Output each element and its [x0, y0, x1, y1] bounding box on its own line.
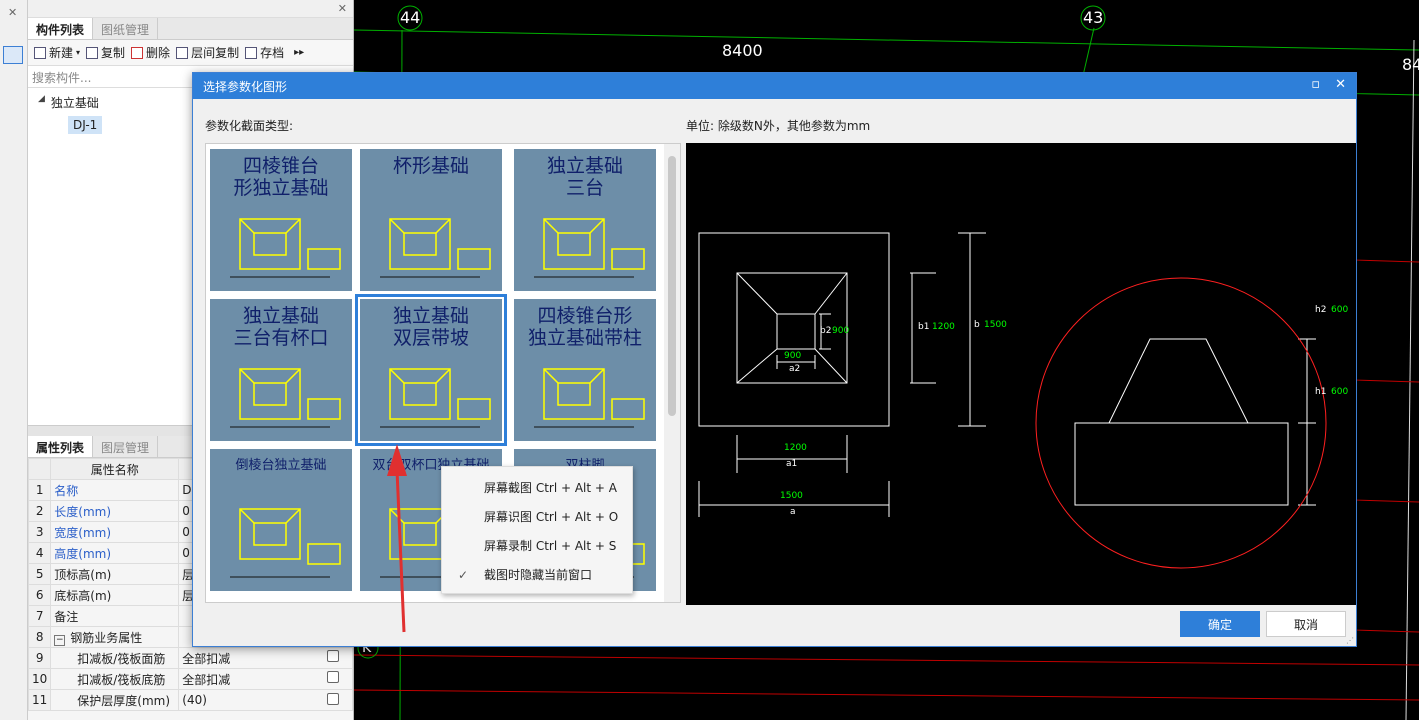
context-menu: 屏幕截图 Ctrl + Alt + A 屏幕识图 Ctrl + Alt + O 屏幕… — [441, 466, 633, 594]
red-arrow-annotation — [387, 444, 407, 633]
context-menu-item[interactable]: 屏幕录制 Ctrl + Alt + S — [442, 531, 632, 560]
context-menu-item[interactable]: 屏幕截图 Ctrl + Alt + A — [442, 473, 632, 502]
context-menu-item[interactable]: 屏幕识图 Ctrl + Alt + O — [442, 502, 632, 531]
context-menu-item[interactable]: ✓ 截图时隐藏当前窗口 — [442, 560, 632, 589]
check-icon: ✓ — [458, 567, 469, 582]
